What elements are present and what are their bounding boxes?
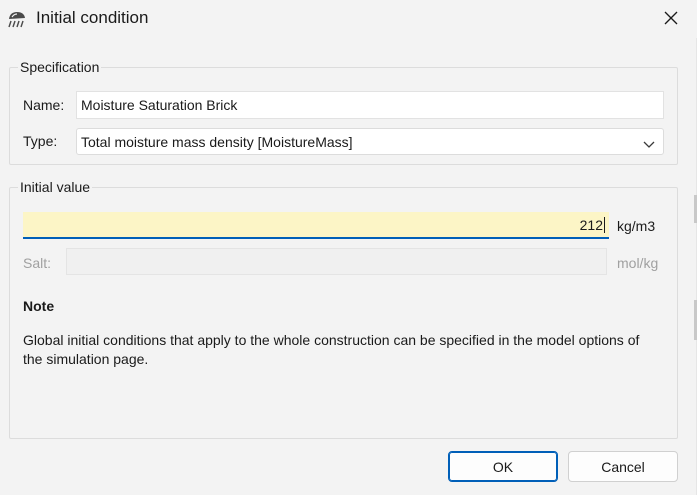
salt-unit: mol/kg <box>617 255 659 271</box>
close-icon <box>663 10 679 29</box>
cancel-button[interactable]: Cancel <box>568 451 678 482</box>
name-label: Name: <box>23 97 65 113</box>
salt-label: Salt: <box>23 255 52 271</box>
type-combo[interactable]: Total moisture mass density [MoistureMas… <box>76 128 664 155</box>
initial-value-input[interactable]: 212 <box>23 212 609 239</box>
name-field-value: Moisture Saturation Brick <box>81 97 238 113</box>
initial-value-unit: kg/m3 <box>617 218 656 234</box>
note-text: Global initial conditions that apply to … <box>23 332 640 367</box>
name-field[interactable]: Moisture Saturation Brick <box>76 91 664 119</box>
window-title: Initial condition <box>36 8 149 27</box>
text-caret <box>604 216 605 233</box>
chevron-down-icon <box>643 136 655 148</box>
salt-field[interactable] <box>66 248 607 275</box>
type-combo-value: Total moisture mass density [MoistureMas… <box>81 133 353 150</box>
specification-group-title: Specification <box>18 59 102 75</box>
type-label: Type: <box>23 133 58 149</box>
close-button[interactable] <box>652 0 690 38</box>
title-bar: Initial condition <box>0 0 697 38</box>
note-title: Note <box>23 298 55 314</box>
initial-condition-dialog: Initial condition Specification Name: Mo… <box>0 0 697 495</box>
rain-cloud-icon <box>6 8 28 30</box>
initial-value-text: 212 <box>579 216 603 233</box>
initial-value-group-title: Initial value <box>18 179 93 195</box>
ok-button[interactable]: OK <box>448 451 558 482</box>
